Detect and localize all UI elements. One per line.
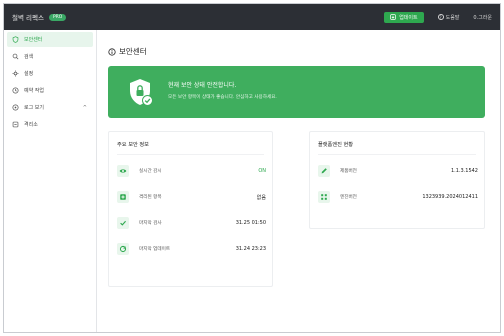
page-title-text: 보안센터 (119, 47, 147, 56)
brand: 철벽 리펙스 PRO (12, 12, 67, 22)
info-row-last-update: 마지막 업데이트 31.24 23:23 (117, 242, 266, 256)
grid-icon (318, 191, 330, 203)
top-bar: 철벽 리펙스 PRO 업데이트 ? 도움말 0.그라운 (4, 4, 500, 30)
search-icon (12, 53, 19, 60)
divider (318, 154, 476, 155)
info-row-quarantine: 격리된 항목 없음 (117, 190, 266, 204)
row-label: 마지막 업데이트 (139, 247, 171, 252)
clock-icon (12, 87, 19, 94)
shield-check-icon (130, 79, 153, 106)
sidebar-item-scheduled-tasks[interactable]: 예약 작업 (7, 83, 93, 98)
update-label: 업데이트 (399, 14, 418, 21)
quarantine-icon (12, 121, 19, 128)
page-title: 보안센터 (108, 46, 147, 57)
sidebar-item-logs[interactable]: 로그 보기 ^ (7, 100, 93, 115)
info-circle-icon (108, 47, 116, 56)
info-row-realtime: 실시간 감시 ON (117, 164, 266, 178)
divider (117, 154, 264, 155)
eye-icon (117, 165, 129, 177)
refresh-icon (117, 243, 129, 255)
sidebar-item-settings[interactable]: 설정 (7, 66, 93, 81)
sidebar-item-label: 보안센터 (24, 37, 43, 43)
row-label: 엔진버전 (340, 195, 357, 200)
help-link[interactable]: ? 도움말 (437, 14, 460, 21)
card-title: 플랫폼엔진 현황 (318, 142, 354, 148)
banner-title: 현재 보안 상태 안전합니다. (168, 82, 237, 89)
row-label: 실시간 감시 (139, 169, 162, 174)
version-link[interactable]: 0.그라운 (473, 14, 492, 21)
sidebar-item-label: 예약 작업 (24, 88, 44, 94)
edition-badge: PRO (48, 13, 67, 21)
sidebar-item-quarantine[interactable]: 격리소 (7, 117, 93, 132)
plus-icon (117, 191, 129, 203)
help-label: 도움말 (445, 14, 460, 21)
info-row-last-scan: 마지막 검사 31.25 01:50 (117, 216, 266, 230)
sidebar-item-security-center[interactable]: 보안센터 (7, 32, 93, 47)
row-value: 1.1.3.1542 (450, 168, 478, 174)
security-info-card: 주요 보안 정보 실시간 감시 ON 격리된 항목 없음 마지막 검사 31.2… (108, 131, 273, 287)
sidebar-item-label: 설정 (24, 71, 34, 77)
main-content: 보안센터 현재 보안 상태 안전합니다. 모든 보안 항목이 상태가 좋습니다.… (98, 30, 500, 332)
banner-description: 모든 보안 항목이 상태가 좋습니다. 안심하고 사용하세요. (168, 95, 277, 100)
sidebar-item-label: 검색 (24, 54, 34, 60)
top-actions: 업데이트 ? 도움말 0.그라운 (384, 11, 492, 23)
row-label: 마지막 검사 (139, 221, 162, 226)
row-value: ON (258, 168, 266, 174)
status-banner: 현재 보안 상태 안전합니다. 모든 보안 항목이 상태가 좋습니다. 안심하고… (108, 66, 485, 118)
engine-row-product-version: 제품버전 1.1.3.1542 (318, 164, 478, 178)
pen-icon (318, 165, 330, 177)
shield-icon (12, 36, 19, 43)
app-window: 철벽 리펙스 PRO 업데이트 ? 도움말 0.그라운 보안센터 검색 설정 예… (3, 3, 501, 333)
engine-status-card: 플랫폼엔진 현황 제품버전 1.1.3.1542 엔진버전 1323939.20… (309, 131, 485, 229)
chevron-up-icon[interactable]: ^ (83, 105, 87, 111)
sidebar-item-label: 로그 보기 (24, 105, 44, 111)
help-icon: ? (437, 14, 444, 20)
update-icon (390, 14, 396, 20)
sidebar-item-label: 격리소 (24, 122, 38, 128)
update-button[interactable]: 업데이트 (384, 11, 424, 23)
sidebar-item-scan[interactable]: 검색 (7, 49, 93, 64)
row-label: 격리된 항목 (139, 195, 162, 200)
app-title: 철벽 리펙스 (12, 14, 44, 22)
row-value: 1323939.2024012411 (422, 194, 478, 200)
row-value: 31.25 01:50 (235, 220, 266, 226)
row-value: 31.24 23:23 (235, 246, 266, 252)
sidebar: 보안센터 검색 설정 예약 작업 로그 보기 ^ 격리소 (4, 30, 97, 332)
engine-row-engine-version: 엔진버전 1323939.2024012411 (318, 190, 478, 204)
version-label: 0.그라운 (473, 14, 492, 21)
log-icon (12, 104, 19, 111)
card-title: 주요 보안 정보 (117, 142, 149, 148)
row-label: 제품버전 (340, 169, 357, 174)
row-value: 없음 (256, 194, 266, 201)
gear-icon (12, 70, 19, 77)
check-icon (117, 217, 129, 229)
